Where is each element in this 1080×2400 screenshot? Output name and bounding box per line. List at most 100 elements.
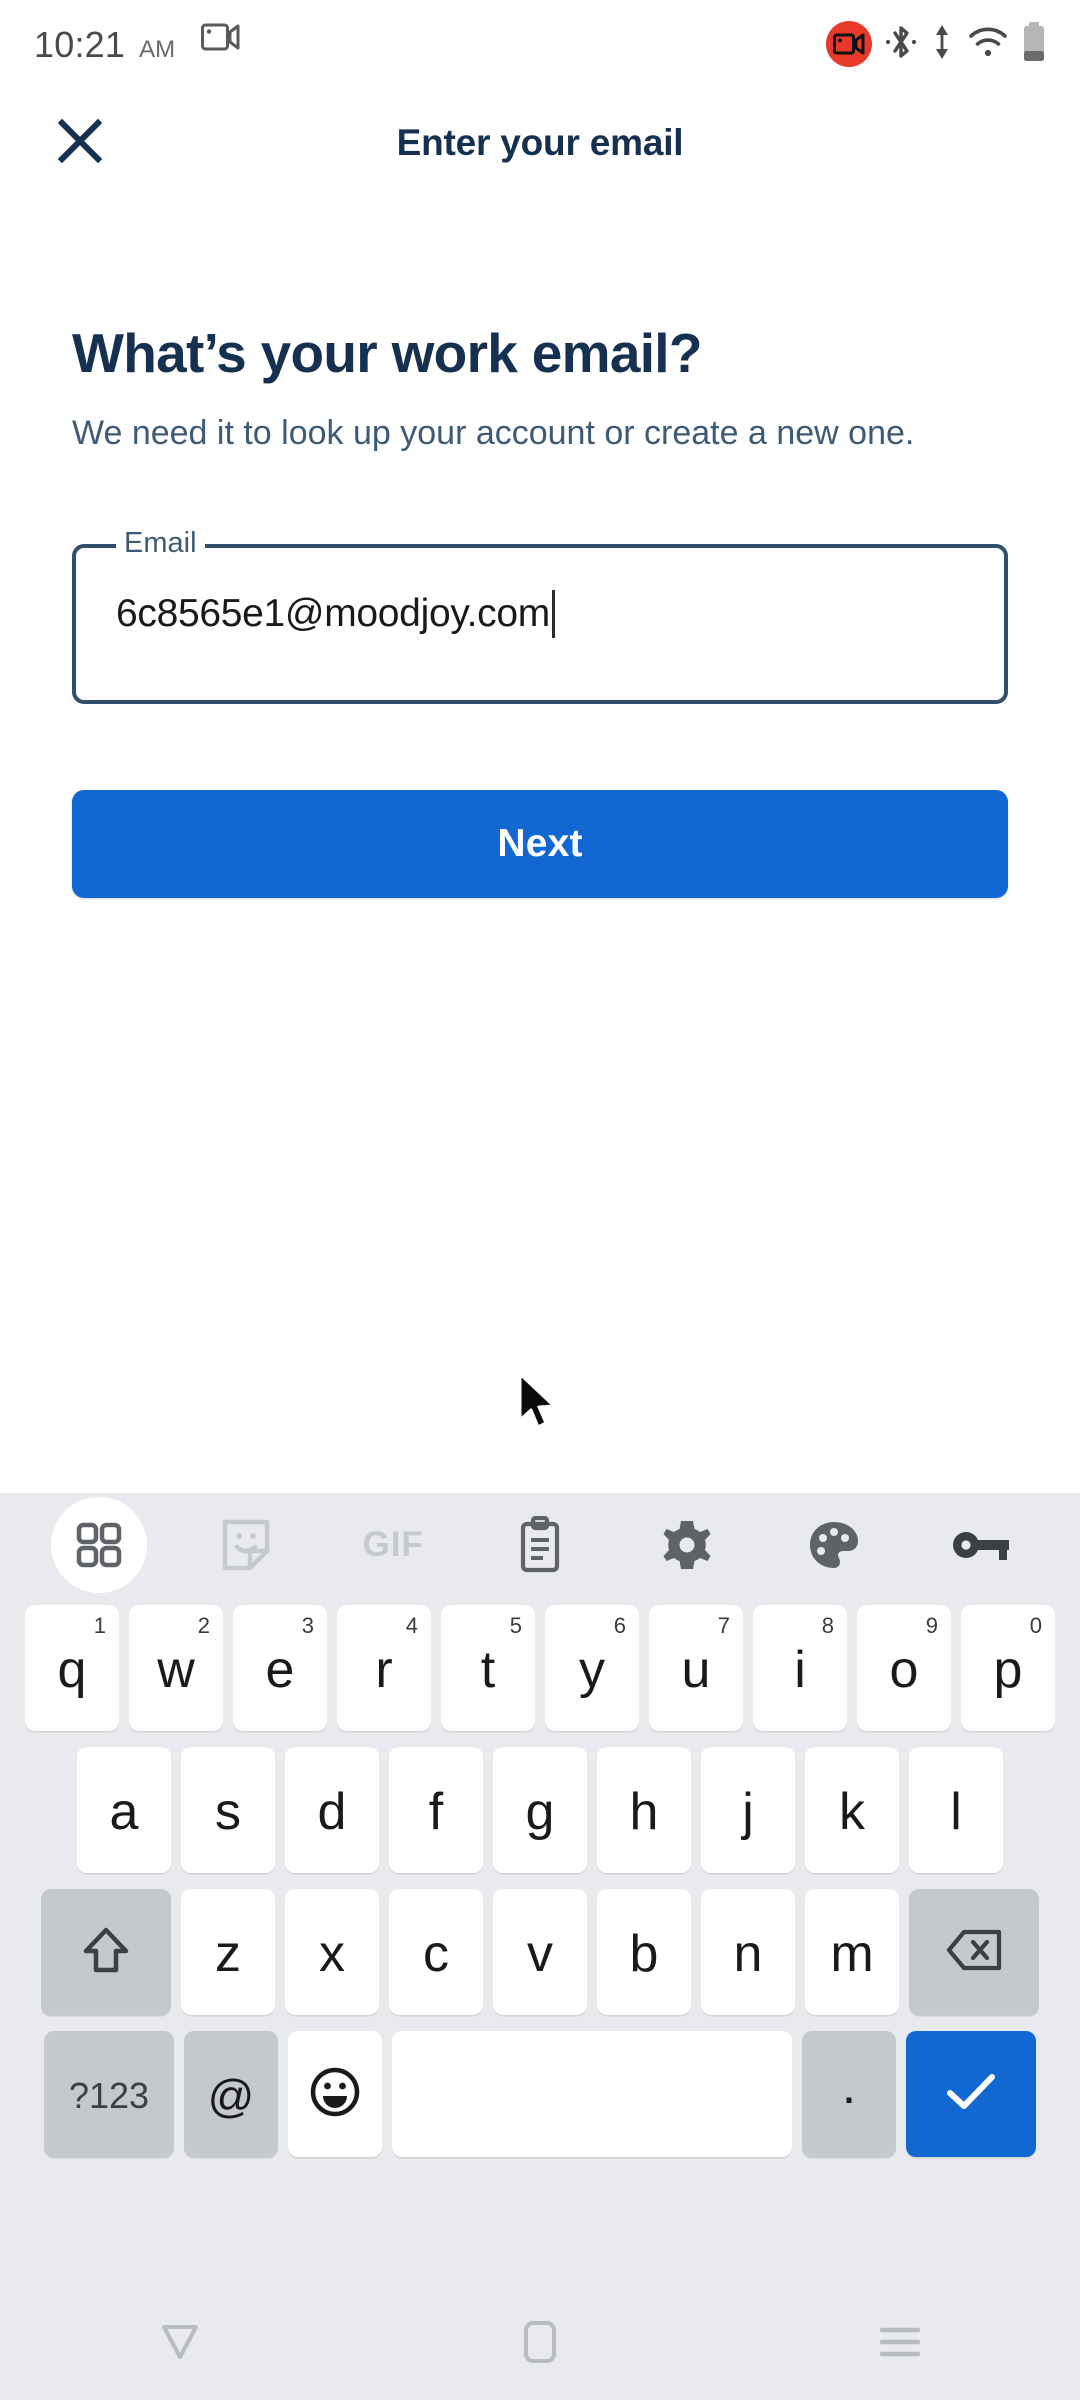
key-label: u <box>681 1641 711 1699</box>
keyboard-row-4: ?123 @ . <box>0 2031 1080 2157</box>
gif-label: GIF <box>362 1525 424 1564</box>
key-q[interactable]: 1q <box>25 1605 119 1731</box>
key-y[interactable]: 6y <box>545 1605 639 1731</box>
key-c[interactable]: c <box>389 1889 483 2015</box>
text-caret <box>551 590 555 639</box>
mouse-cursor <box>516 1372 562 1438</box>
key-label: q <box>57 1641 87 1699</box>
app-header: Enter your email <box>0 88 1080 198</box>
key-number-hint: 2 <box>197 1613 210 1638</box>
key-e[interactable]: 3e <box>233 1605 327 1731</box>
email-input-row[interactable]: 6c8565e1@moodjoy.com <box>116 590 978 639</box>
key-number-hint: 7 <box>717 1613 730 1638</box>
key-k[interactable]: k <box>805 1747 899 1873</box>
key-label: p <box>993 1641 1023 1699</box>
close-icon <box>56 117 104 170</box>
key-b[interactable]: b <box>597 1889 691 2015</box>
symbols-key[interactable]: ?123 <box>44 2031 174 2157</box>
key-label: w <box>157 1641 195 1699</box>
close-button[interactable] <box>48 111 112 175</box>
key-h[interactable]: h <box>597 1747 691 1873</box>
key-label: s <box>215 1783 241 1841</box>
key-label: m <box>830 1925 874 1983</box>
on-screen-keyboard: GIF 1 q 2 w 3 e 4 r 5 t 6 y 7 u 8 i 9 o … <box>0 1493 1080 2288</box>
next-button[interactable]: Next <box>72 790 1008 899</box>
key-label: i <box>794 1641 806 1699</box>
key-p[interactable]: 0p <box>961 1605 1055 1731</box>
key-n[interactable]: n <box>701 1889 795 2015</box>
gif-icon[interactable]: GIF <box>320 1493 467 1597</box>
key-label: t <box>480 1641 496 1699</box>
nav-recents-button[interactable] <box>825 2288 975 2400</box>
key-label: j <box>742 1783 754 1841</box>
key-label: z <box>215 1925 241 1983</box>
keyboard-toolbar: GIF <box>0 1493 1080 1597</box>
nav-back-button[interactable] <box>105 2288 255 2400</box>
key-g[interactable]: g <box>493 1747 587 1873</box>
status-bar-right <box>826 21 1046 68</box>
home-icon <box>521 2319 559 2370</box>
key-t[interactable]: 5t <box>441 1605 535 1731</box>
sticker-icon[interactable] <box>173 1493 320 1597</box>
status-clock: 10:21 <box>34 23 126 65</box>
key-f[interactable]: f <box>389 1747 483 1873</box>
key-number-hint: 9 <box>925 1613 938 1638</box>
gear-icon[interactable] <box>613 1493 760 1597</box>
key-number-hint: 8 <box>821 1613 834 1638</box>
period-key[interactable]: . <box>802 2031 896 2157</box>
key-label: l <box>950 1783 962 1841</box>
symbols-key-label: ?123 <box>68 2075 150 2116</box>
nav-home-button[interactable] <box>465 2288 615 2400</box>
clipboard-icon[interactable] <box>467 1493 614 1597</box>
key-j[interactable]: j <box>701 1747 795 1873</box>
main-content: What’s your work email? We need it to lo… <box>0 198 1080 899</box>
key-o[interactable]: 9o <box>857 1605 951 1731</box>
key-label: b <box>629 1925 659 1983</box>
keyboard-row-2: a s d f g h j k l <box>0 1747 1080 1873</box>
key-r[interactable]: 4r <box>337 1605 431 1731</box>
key-a[interactable]: a <box>77 1747 171 1873</box>
palette-icon[interactable] <box>760 1493 907 1597</box>
key-label: n <box>733 1925 763 1983</box>
check-icon <box>945 2071 997 2118</box>
key-l[interactable]: l <box>909 1747 1003 1873</box>
at-key[interactable]: @ <box>184 2031 278 2157</box>
key-label: e <box>265 1641 295 1699</box>
navigation-bar <box>0 2288 1080 2400</box>
screen-record-icon <box>201 20 241 54</box>
grid-icon[interactable] <box>26 1493 173 1597</box>
keyboard-row-3: z x c v b n m <box>0 1889 1080 2015</box>
key-s[interactable]: s <box>181 1747 275 1873</box>
key-label: k <box>839 1783 865 1841</box>
key-label: c <box>423 1925 449 1983</box>
status-clock-ampm: AM <box>139 35 176 63</box>
key-number-hint: 6 <box>613 1613 626 1638</box>
key-i[interactable]: 8i <box>753 1605 847 1731</box>
key-label: h <box>629 1783 659 1841</box>
key-v[interactable]: v <box>493 1889 587 2015</box>
key-label: d <box>317 1783 347 1841</box>
key-m[interactable]: m <box>805 1889 899 2015</box>
email-field[interactable]: Email 6c8565e1@moodjoy.com <box>72 526 1008 705</box>
key-w[interactable]: 2w <box>129 1605 223 1731</box>
key-u[interactable]: 7u <box>649 1605 743 1731</box>
emoji-key[interactable] <box>288 2031 382 2157</box>
key-x[interactable]: x <box>285 1889 379 2015</box>
key-label: v <box>527 1925 553 1983</box>
key-d[interactable]: d <box>285 1747 379 1873</box>
shift-key[interactable] <box>41 1889 171 2015</box>
key-icon[interactable] <box>907 1493 1054 1597</box>
space-key[interactable] <box>392 2031 792 2157</box>
enter-key[interactable] <box>906 2031 1036 2157</box>
battery-icon <box>1022 21 1046 68</box>
backspace-key[interactable] <box>909 1889 1039 2015</box>
headline: What’s your work email? <box>72 322 702 384</box>
next-button-label: Next <box>497 822 583 866</box>
key-z[interactable]: z <box>181 1889 275 2015</box>
key-label: r <box>375 1641 393 1699</box>
wifi-icon <box>967 25 1009 64</box>
key-label: a <box>109 1783 139 1841</box>
recents-icon <box>877 2322 923 2367</box>
status-bar: 10:21 AM <box>0 0 1080 88</box>
key-label: x <box>319 1925 345 1983</box>
